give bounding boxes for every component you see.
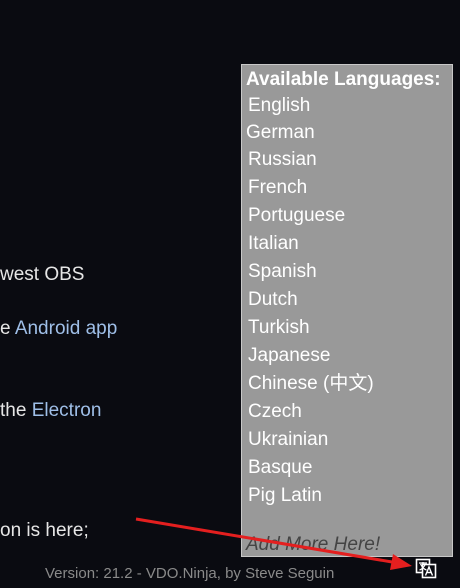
language-dutch[interactable]: Dutch: [248, 290, 298, 309]
language-japanese[interactable]: Japanese: [248, 346, 330, 365]
language-russian[interactable]: Russian: [248, 150, 317, 169]
android-app-link[interactable]: Android app: [15, 318, 117, 339]
translate-icon: [415, 558, 437, 579]
language-english[interactable]: English: [248, 96, 310, 115]
language-pig-latin[interactable]: Pig Latin: [248, 486, 322, 505]
android-app-prefix: e: [0, 318, 15, 339]
language-menu-title: Available Languages:: [246, 69, 441, 90]
language-menu: Available Languages: English German Russ…: [241, 64, 453, 557]
language-italian[interactable]: Italian: [248, 234, 299, 253]
android-app-text: e Android app: [0, 319, 117, 338]
version-footer: Version: 21.2 - VDO.Ninja, by Steve Segu…: [45, 565, 335, 582]
language-spanish[interactable]: Spanish: [248, 262, 317, 281]
language-basque[interactable]: Basque: [248, 458, 312, 477]
language-portuguese[interactable]: Portuguese: [248, 206, 345, 225]
version-info-text: on is here;: [0, 521, 89, 540]
obs-text: west OBS: [0, 265, 84, 284]
electron-link[interactable]: Electron: [32, 400, 102, 421]
electron-prefix: the: [0, 400, 32, 421]
language-german[interactable]: German: [246, 123, 315, 142]
electron-text: the Electron: [0, 401, 101, 420]
language-ukrainian[interactable]: Ukrainian: [248, 430, 328, 449]
language-turkish[interactable]: Turkish: [248, 318, 310, 337]
scrollbar[interactable]: [454, 0, 460, 588]
add-more-languages-link[interactable]: Add More Here!: [246, 535, 380, 554]
language-french[interactable]: French: [248, 178, 307, 197]
translate-button[interactable]: [415, 557, 437, 579]
page: west OBS e Android app the Electron on i…: [0, 0, 460, 588]
version-info-label: on is here;: [0, 520, 89, 541]
obs-text-label: west OBS: [0, 264, 85, 285]
language-chinese[interactable]: Chinese (中文): [248, 374, 374, 393]
language-czech[interactable]: Czech: [248, 402, 302, 421]
